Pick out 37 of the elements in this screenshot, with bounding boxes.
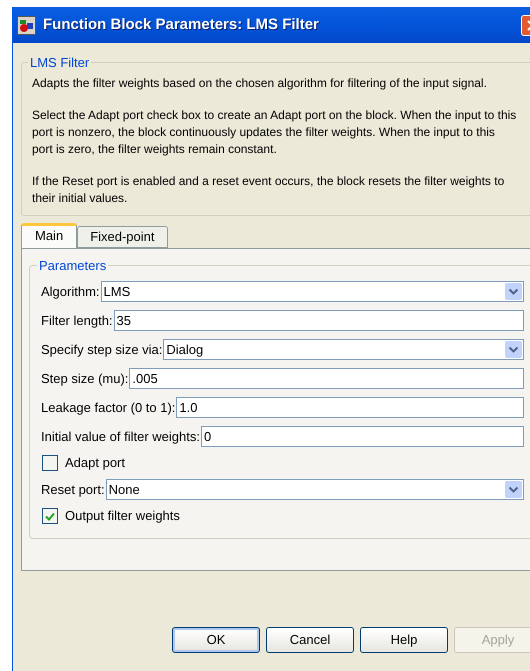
description-paragraph: Adapts the filter weights based on the chosen algorithm for filtering of the input signal. <box>32 74 488 92</box>
dialog-button[interactable]: Cancel <box>266 626 354 652</box>
checkbox[interactable] <box>42 508 58 524</box>
window-title: Function Block Parameters: LMS Filter <box>43 14 320 35</box>
input-field[interactable]: .005 <box>129 368 524 389</box>
dropdown[interactable]: None <box>106 479 524 500</box>
group-title: LMS Filter <box>29 54 90 72</box>
tab[interactable]: Fixed-point <box>77 226 168 248</box>
field-label: Specify step size via: <box>41 340 164 359</box>
field-label: Leakage factor (0 to 1): <box>41 398 176 417</box>
dropdown[interactable]: LMS <box>100 281 524 302</box>
chevron-down-icon <box>505 481 522 498</box>
field-label: Step size (mu): <box>41 370 130 388</box>
tab[interactable]: Main <box>21 222 78 248</box>
description-paragraph: Select the Adapt port check box to create an Adapt port on the block. When the input to this port is nonzero, the block continuously updates the filter weights. When the input to this port is zero, the filter weights remain constant. <box>32 106 518 158</box>
dialog-button[interactable]: OK <box>172 626 260 652</box>
dropdown[interactable]: Dialog <box>163 339 524 360</box>
field-label: Initial value of filter weights: <box>41 428 201 446</box>
checkbox[interactable] <box>42 455 58 471</box>
dropdown-value: LMS <box>104 282 132 301</box>
checkmark-icon <box>45 512 55 520</box>
checkbox-label: Adapt port <box>65 454 125 472</box>
chevron-down-icon <box>505 283 522 300</box>
app-icon <box>17 16 36 34</box>
dialog-button[interactable]: Help <box>360 626 448 652</box>
field-label: Filter length: <box>41 312 114 330</box>
input-field[interactable]: 35 <box>114 310 524 331</box>
input-field[interactable]: 0 <box>200 426 524 447</box>
dropdown-value: None <box>108 480 141 499</box>
description-paragraph: If the Reset port is enabled and a reset event occurs, the block resets the filter weights to their initial values. <box>32 172 506 206</box>
dropdown-value: Dialog <box>166 340 204 359</box>
checkbox-label: Output filter weights <box>65 507 180 526</box>
input-field[interactable]: 1.0 <box>176 397 524 418</box>
group-title: Parameters <box>38 256 108 274</box>
chevron-down-icon <box>505 341 522 358</box>
field-label: Reset port: <box>41 480 106 499</box>
field-label: Algorithm: <box>41 282 101 301</box>
